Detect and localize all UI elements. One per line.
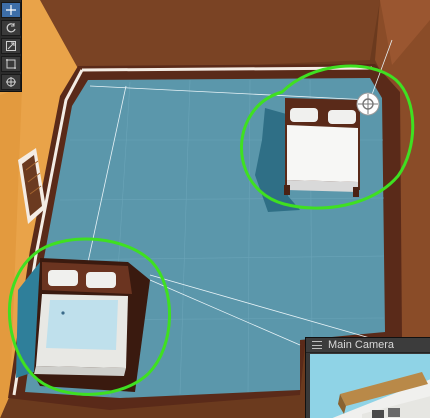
back-wall-shading [40, 0, 380, 72]
scale-tool-button[interactable] [1, 38, 21, 54]
transform-tool-button[interactable] [1, 74, 21, 90]
move-icon [6, 5, 16, 15]
transform-icon [6, 77, 16, 87]
scene-light-gizmo[interactable] [356, 92, 380, 116]
camera-preview-title: Main Camera [328, 339, 395, 351]
menu-icon[interactable] [312, 341, 322, 349]
camera-preview-header[interactable]: Main Camera [306, 338, 430, 353]
camera-preview-panel[interactable]: Main Camera [305, 337, 430, 418]
scene-tool-palette [0, 0, 22, 92]
move-tool-button[interactable] [1, 2, 21, 18]
rotate-icon [6, 23, 16, 33]
rect-tool-button[interactable] [1, 56, 21, 72]
bed-lower-left[interactable] [16, 258, 150, 392]
camera-preview-view [310, 354, 430, 418]
rect-icon [6, 59, 16, 69]
rotate-tool-button[interactable] [1, 20, 21, 36]
scale-icon [6, 41, 16, 51]
